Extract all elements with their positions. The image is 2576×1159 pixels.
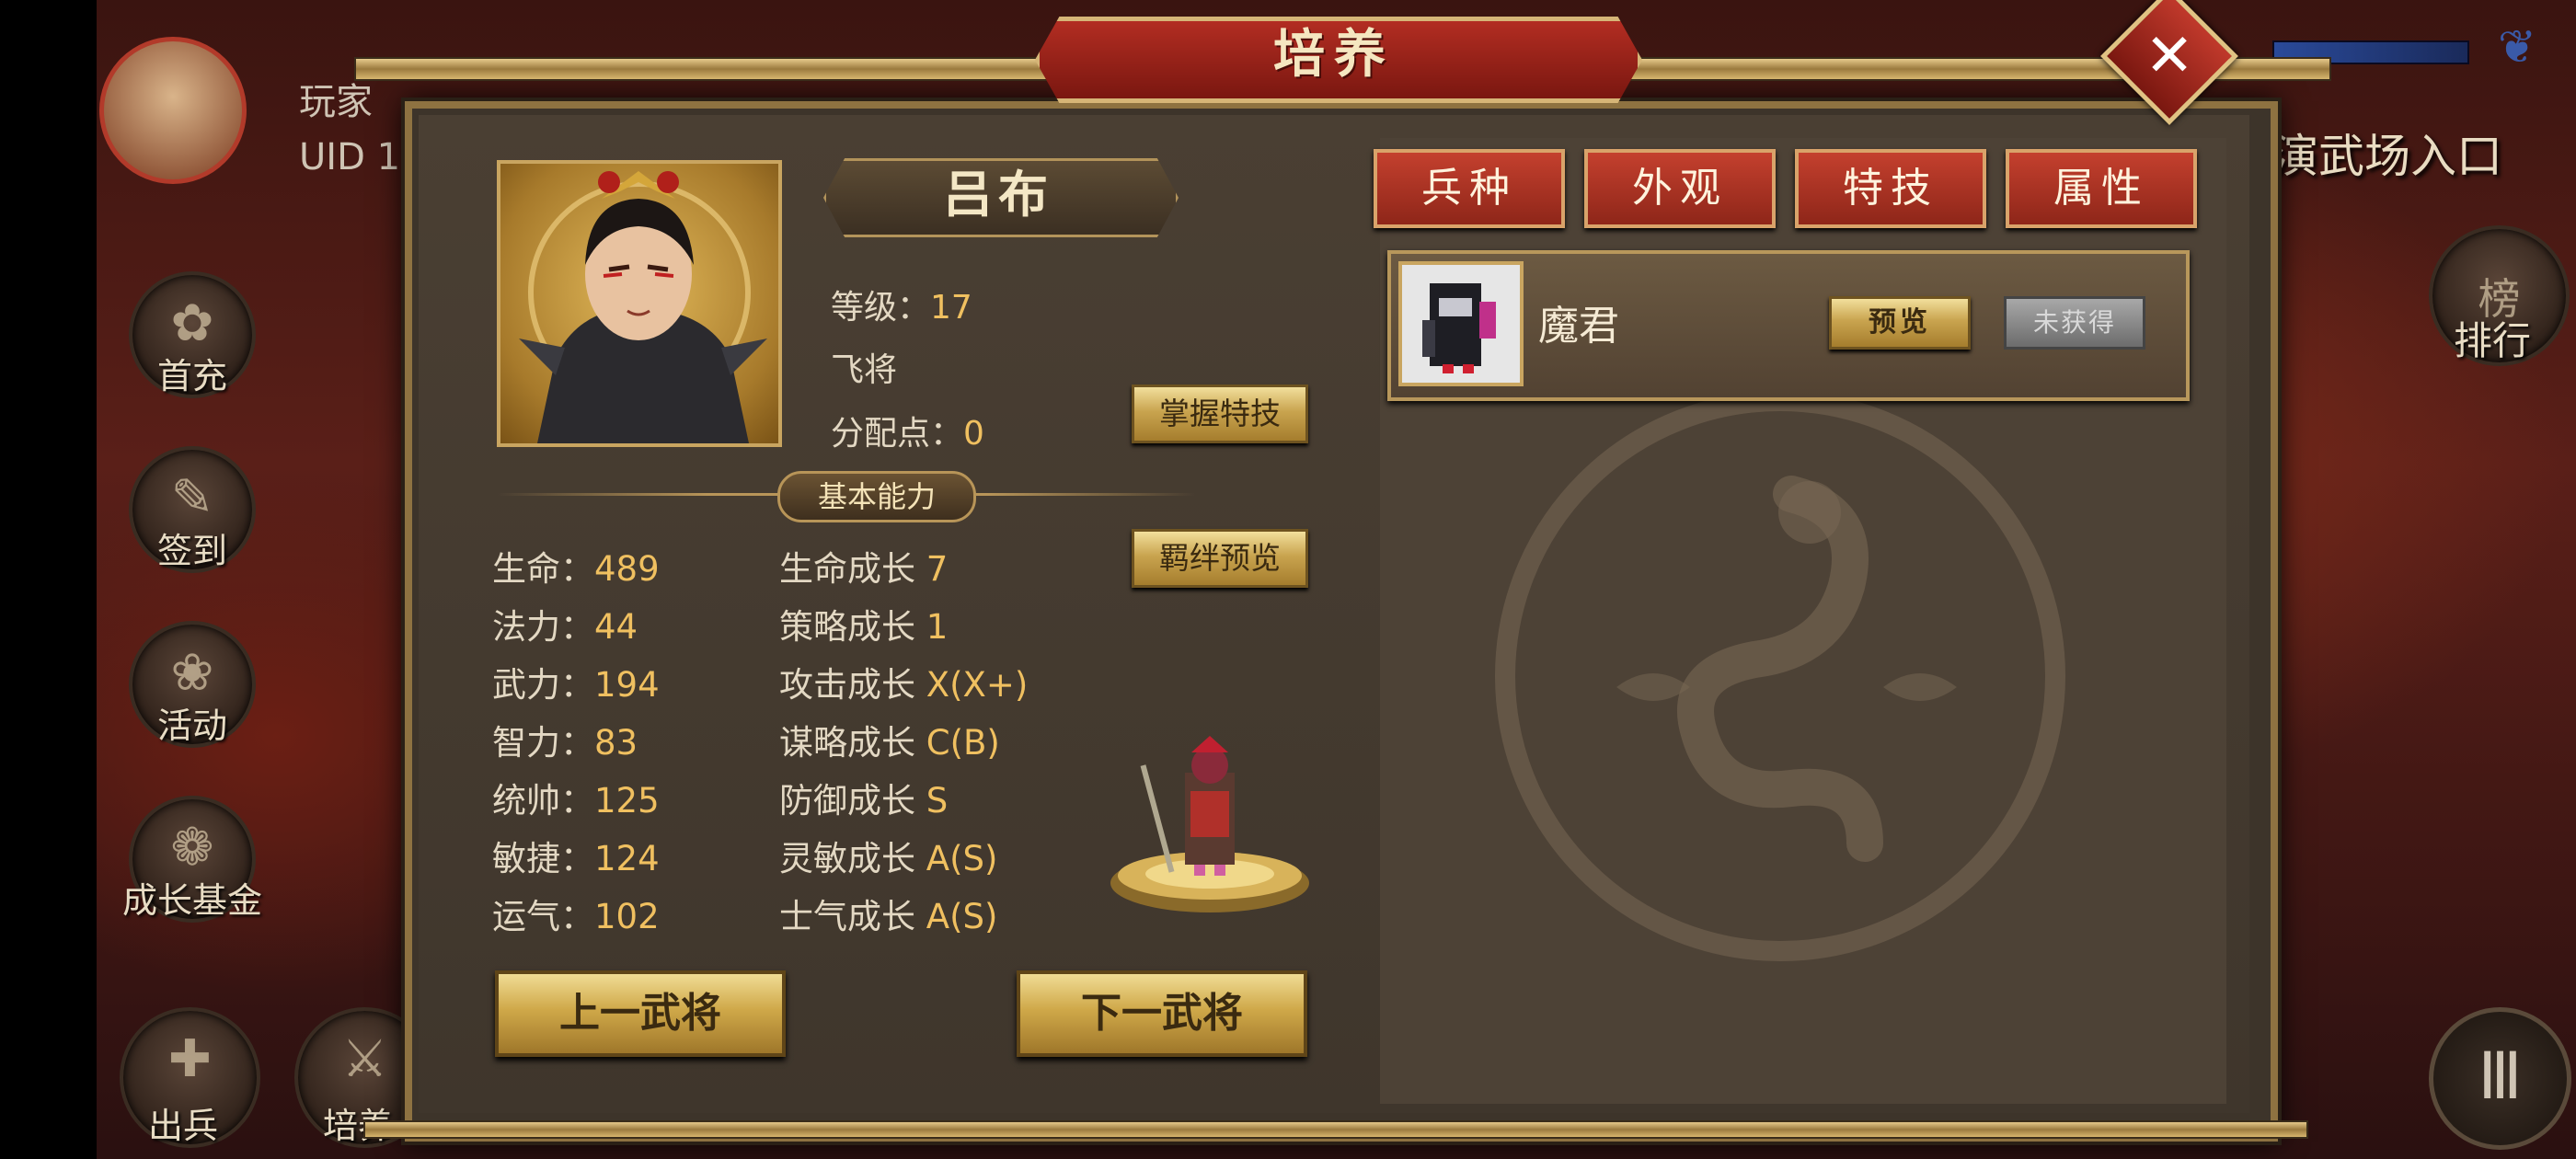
tab-attributes[interactable]: 属性	[2006, 149, 2197, 228]
growth-label: 防御成长	[779, 781, 915, 820]
skin-thumbnail	[1398, 261, 1524, 386]
first-charge-icon: ✿	[170, 293, 214, 353]
hero-portrait	[497, 160, 782, 447]
growth-label: 策略成长	[779, 607, 915, 647]
growth-row: 士气成长 A(S)	[779, 893, 1129, 941]
growth-label: 生命成长	[779, 549, 915, 589]
stat-value: 83	[594, 723, 638, 763]
growth-row: 生命成长 7	[779, 545, 1129, 593]
growth-row: 策略成长 1	[779, 603, 1129, 651]
menu-circle-button[interactable]: Ⅲ	[2429, 1007, 2571, 1150]
tab-appearance[interactable]: 外观	[1584, 149, 1776, 228]
stat-row: 法力：44	[492, 603, 759, 651]
hero-level: 等级：17	[831, 281, 972, 328]
growth-value: S	[926, 781, 949, 820]
tab-special-skill[interactable]: 特技	[1795, 149, 1986, 228]
hero-points-label: 分配点：	[831, 415, 964, 453]
growth-fund-label: 成长基金	[121, 880, 262, 921]
growth-row: 谋略成长 C(B)	[779, 719, 1129, 767]
dialog-title: 培养	[1273, 25, 1395, 85]
skin-status-badge: 未获得	[2004, 296, 2145, 350]
stat-value: 125	[594, 781, 660, 820]
growth-value: 7	[926, 549, 949, 589]
growth-value: A(S)	[926, 839, 998, 878]
first-charge-button[interactable]: ✿ 首充	[129, 271, 256, 398]
stat-value: 194	[594, 665, 660, 705]
activity-button[interactable]: ❀ 活动	[129, 621, 256, 748]
growth-value: C(B)	[926, 723, 1000, 763]
activity-icon: ❀	[170, 643, 214, 703]
prev-general-button[interactable]: 上一武将	[495, 970, 786, 1057]
stat-row: 智力：83	[492, 719, 759, 767]
growth-label: 攻击成长	[779, 665, 915, 705]
master-skill-button[interactable]: 掌握特技	[1132, 384, 1308, 443]
growth-fund-icon: ❁	[170, 818, 214, 878]
stat-row: 生命：489	[492, 545, 759, 593]
hero-unit-type: 飞将	[831, 351, 898, 389]
ranking-button[interactable]: 榜 排行	[2429, 225, 2570, 366]
skin-name: 魔君	[1538, 303, 1619, 350]
sign-in-icon: ✎	[170, 468, 214, 528]
stat-row: 统帅：125	[492, 777, 759, 825]
ranking-label: 排行	[2453, 318, 2531, 363]
growth-label: 士气成长	[779, 897, 915, 936]
growth-stats-list: 生命成长 7 策略成长 1 攻击成长 X(X+) 谋略成长 C(B) 防御成长 …	[779, 545, 1129, 941]
sign-in-label: 签到	[156, 531, 227, 571]
next-general-button[interactable]: 下一武将	[1017, 970, 1307, 1057]
stat-label: 统帅：	[492, 781, 594, 820]
dialog-bottom-rail	[363, 1120, 2308, 1139]
stat-row: 运气：102	[492, 893, 759, 941]
skin-preview-button[interactable]: 预览	[1829, 296, 1971, 350]
screen-edge-bar	[0, 0, 97, 1159]
dispatch-button[interactable]: ✚ 出兵	[120, 1007, 260, 1148]
hero-name: 吕布	[943, 166, 1053, 224]
ability-header: 基本能力	[777, 471, 976, 522]
close-icon[interactable]: ✕	[2121, 7, 2218, 105]
hero-portrait-art	[519, 171, 767, 443]
stat-value: 44	[594, 607, 638, 647]
growth-value: X(X+)	[926, 665, 1029, 705]
first-charge-label: 首充	[156, 356, 227, 396]
stat-value: 124	[594, 839, 660, 878]
hero-level-label: 等级：	[831, 289, 931, 327]
dialog-top-rail-left	[354, 57, 1057, 81]
stat-label: 智力：	[492, 723, 594, 763]
player-avatar[interactable]	[99, 37, 247, 184]
growth-row: 攻击成长 X(X+)	[779, 661, 1129, 709]
hero-points-value: 0	[963, 415, 984, 453]
hero-battle-sprite	[1104, 736, 1316, 920]
growth-row: 防御成长 S	[779, 777, 1129, 825]
stat-value: 102	[594, 897, 660, 936]
stat-row: 武力：194	[492, 661, 759, 709]
dispatch-label: 出兵	[147, 1106, 218, 1146]
dragon-icon	[1616, 476, 1957, 862]
sign-in-button[interactable]: ✎ 签到	[129, 446, 256, 573]
dispatch-icon: ✚	[168, 1029, 212, 1089]
base-stats-list: 生命：489 法力：44 武力：194 智力：83 统帅：125 敏捷：124 …	[492, 545, 759, 941]
hero-sprite-art	[1110, 736, 1309, 912]
activity-label: 活动	[156, 706, 227, 746]
growth-label: 谋略成长	[779, 723, 915, 763]
bond-preview-button[interactable]: 羁绊预览	[1132, 529, 1308, 588]
growth-value: A(S)	[926, 897, 998, 936]
growth-label: 灵敏成长	[779, 839, 915, 878]
stat-label: 生命：	[492, 549, 594, 589]
stat-label: 武力：	[492, 665, 594, 705]
stat-label: 运气：	[492, 897, 594, 936]
hero-level-value: 17	[930, 289, 972, 327]
player-uid-label: UID 1	[299, 136, 401, 178]
growth-fund-button[interactable]: ❁ 成长基金	[122, 796, 262, 923]
stat-label: 法力：	[492, 607, 594, 647]
skin-thumbnail-art	[1402, 265, 1520, 383]
stat-label: 敏捷：	[492, 839, 594, 878]
arena-entry-label[interactable]: 演武场入口	[2272, 120, 2502, 186]
dragon-emblem-watermark	[1495, 391, 2065, 961]
stat-value: 489	[594, 549, 660, 589]
growth-value: 1	[926, 607, 949, 647]
stat-row: 敏捷：124	[492, 835, 759, 883]
butterfly-icon: ❦	[2498, 20, 2536, 74]
tab-troop-type[interactable]: 兵种	[1374, 149, 1565, 228]
hero-points: 分配点：0	[831, 407, 984, 454]
growth-row: 灵敏成长 A(S)	[779, 835, 1129, 883]
